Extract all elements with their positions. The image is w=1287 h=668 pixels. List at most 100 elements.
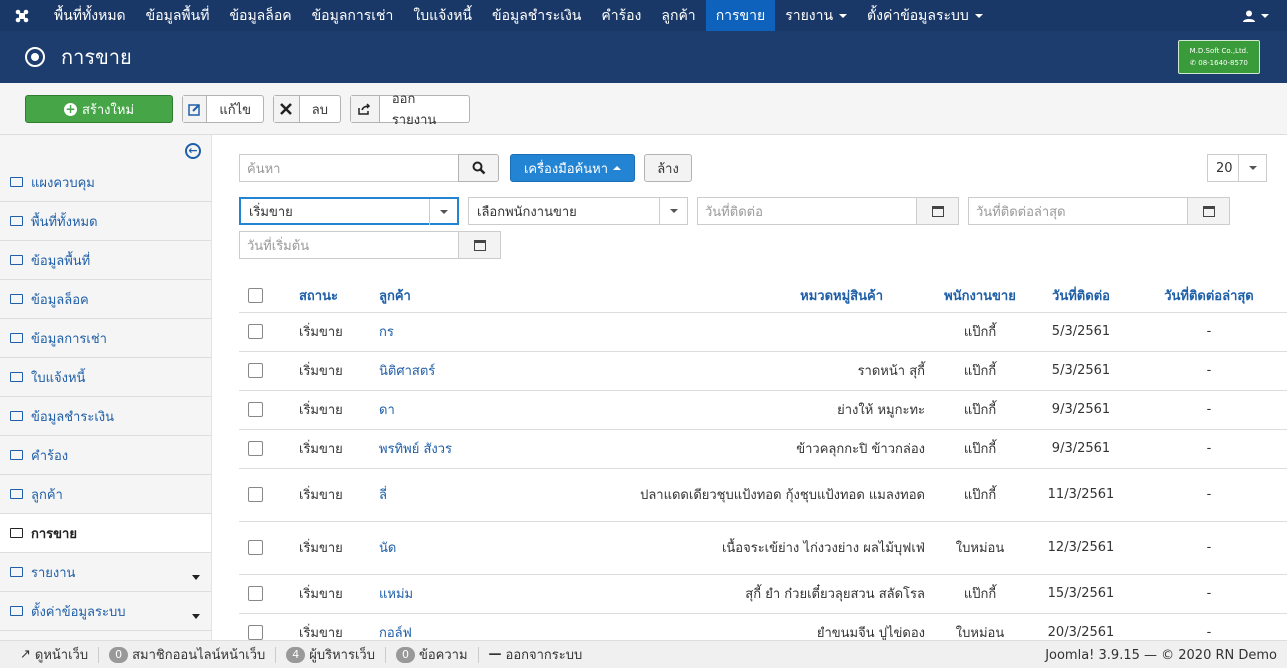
sidebar-item[interactable]: คำร้อง bbox=[0, 436, 211, 475]
nav-item[interactable]: ลูกค้า bbox=[651, 0, 705, 31]
nav-item[interactable]: ข้อมูลการเช่า bbox=[302, 0, 404, 31]
status-filter-select[interactable]: เริ่มขาย bbox=[239, 197, 459, 225]
minus-icon: — bbox=[488, 647, 502, 662]
export-button[interactable]: ออกรายงาน bbox=[350, 92, 470, 128]
sidebar-item[interactable]: พื้นที่ทั้งหมด bbox=[0, 202, 211, 241]
row-checkbox[interactable] bbox=[248, 487, 263, 502]
search-tools-button[interactable]: เครื่องมือค้นหา bbox=[510, 154, 635, 182]
nav-item[interactable]: ข้อมูลพื้นที่ bbox=[136, 0, 220, 31]
sidebar-item[interactable]: การขาย bbox=[0, 514, 211, 553]
select-all-checkbox[interactable] bbox=[248, 288, 263, 304]
sidebar-item[interactable]: ตั้งค่าข้อมูลระบบ bbox=[0, 592, 211, 631]
calendar-icon[interactable] bbox=[458, 232, 500, 258]
messages-status[interactable]: 0 ข้อความ bbox=[386, 646, 479, 663]
cell-date: 11/3/2561 bbox=[1031, 468, 1131, 522]
cell-cust[interactable]: นัด bbox=[379, 521, 619, 575]
column-last-contact[interactable]: วันที่ติดต่อล่าสุด bbox=[1131, 280, 1287, 313]
nav-item[interactable]: คำร้อง bbox=[591, 0, 651, 31]
cell-last: - bbox=[1131, 429, 1287, 469]
calendar-icon[interactable] bbox=[1187, 198, 1229, 224]
edit-button[interactable]: แก้ไข bbox=[182, 95, 264, 123]
nav-item[interactable]: ข้อมูลชำระเงิน bbox=[482, 0, 591, 31]
row-checkbox[interactable] bbox=[248, 402, 263, 417]
cell-date: 15/3/2561 bbox=[1031, 574, 1131, 614]
cell-date: 12/3/2561 bbox=[1031, 521, 1131, 575]
sidebar-item[interactable]: ลูกค้า bbox=[0, 475, 211, 514]
column-customer[interactable]: ลูกค้า bbox=[379, 280, 619, 313]
chevron-down-icon bbox=[839, 13, 848, 18]
table-row: เริ่มขาย กร แป๊กกี้ 5/3/2561- bbox=[239, 312, 1287, 352]
cell-status: เริ่มขาย bbox=[299, 429, 379, 469]
column-employee[interactable]: พนักงานขาย bbox=[929, 280, 1031, 313]
cell-status: เริ่มขาย bbox=[299, 613, 379, 640]
cell-date: 5/3/2561 bbox=[1031, 351, 1131, 391]
cell-cust[interactable]: พรทิพย์ สังวร bbox=[379, 429, 619, 469]
sidebar-item[interactable]: ข้อมูลการเช่า bbox=[0, 319, 211, 358]
column-contact-date[interactable]: วันที่ติดต่อ bbox=[1031, 280, 1131, 313]
column-status[interactable]: สถานะ bbox=[299, 280, 379, 313]
table-row: เริ่มขาย นิติศาสตร์ ราดหน้า สุกี้ แป๊กกี้ 5/… bbox=[239, 351, 1287, 391]
nav-item[interactable]: ตั้งค่าข้อมูลระบบ bbox=[857, 0, 993, 31]
logout-link[interactable]: — ออกจากระบบ bbox=[479, 647, 593, 663]
table-row: เริ่มขาย นัด เนื้อจระเข้ย่าง ไก่งวงย่าง ผล… bbox=[239, 521, 1287, 575]
employee-filter-select[interactable]: เลือกพนักงานขาย bbox=[468, 197, 688, 225]
cell-cust[interactable]: ดา bbox=[379, 390, 619, 430]
search-input[interactable]: ค้นหา bbox=[239, 154, 459, 182]
table-header-row: สถานะ ลูกค้า หมวดหมู่สินค้า พนักงานขาย ว… bbox=[239, 280, 1287, 313]
brand-name: M.D.Soft Co.,Ltd. bbox=[1189, 47, 1249, 55]
calendar-icon[interactable] bbox=[916, 198, 958, 224]
cell-cust[interactable]: แหม่ม bbox=[379, 574, 619, 614]
sidebar-item[interactable]: ใบแจ้งหนี้ bbox=[0, 358, 211, 397]
cell-last: - bbox=[1131, 613, 1287, 640]
folder-icon bbox=[10, 489, 23, 499]
nav-item[interactable]: พื้นที่ทั้งหมด bbox=[44, 0, 136, 31]
contact-date-field[interactable]: วันที่ติดต่อ bbox=[697, 197, 959, 225]
row-checkbox[interactable] bbox=[248, 363, 263, 378]
row-checkbox[interactable] bbox=[248, 625, 263, 640]
sidebar-item[interactable]: ข้อมูลล็อค bbox=[0, 280, 211, 319]
table-row: เริ่มขาย กอล์ฟ ยำขนมจีน ปูไข่ดอง ใบหม่อน 20/… bbox=[239, 613, 1287, 640]
column-category[interactable]: หมวดหมู่สินค้า bbox=[619, 280, 929, 313]
new-button[interactable]: + สร้างใหม่ bbox=[25, 95, 173, 123]
sidebar-item[interactable]: ข้อมูลชำระเงิน bbox=[0, 397, 211, 436]
list-limit-select[interactable]: 20 bbox=[1207, 154, 1267, 182]
cell-cust[interactable]: กร bbox=[379, 312, 619, 352]
user-menu[interactable] bbox=[1243, 0, 1269, 31]
nav-item[interactable]: รายงาน bbox=[775, 0, 857, 31]
admins-status: 4 ผู้บริหารเว็บ bbox=[276, 646, 386, 663]
collapse-sidebar-icon[interactable]: ← bbox=[185, 143, 201, 159]
search-button[interactable] bbox=[458, 154, 499, 182]
cell-status: เริ่มขาย bbox=[299, 521, 379, 575]
sidebar-item[interactable]: แผงควบคุม bbox=[0, 163, 211, 202]
row-checkbox[interactable] bbox=[248, 324, 263, 339]
nav-item[interactable]: ข้อมูลล็อค bbox=[219, 0, 301, 31]
row-checkbox[interactable] bbox=[248, 540, 263, 555]
nav-item[interactable]: การขาย bbox=[705, 0, 776, 31]
row-checkbox[interactable] bbox=[248, 441, 263, 456]
sidebar-item[interactable]: รายงาน bbox=[0, 553, 211, 592]
clear-button[interactable]: ล้าง bbox=[644, 154, 692, 182]
last-contact-date-field[interactable]: วันที่ติดต่อล่าสุด bbox=[968, 197, 1230, 225]
row-checkbox[interactable] bbox=[248, 586, 263, 601]
cell-cust[interactable]: ลี่ bbox=[379, 468, 619, 522]
nav-item[interactable]: ใบแจ้งหนี้ bbox=[403, 0, 482, 31]
start-date-field[interactable]: วันที่เริ่มต้น bbox=[239, 231, 501, 259]
cell-cust[interactable]: นิติศาสตร์ bbox=[379, 351, 619, 391]
cell-last: - bbox=[1131, 312, 1287, 352]
cell-cust[interactable]: กอล์ฟ bbox=[379, 613, 619, 640]
joomla-logo-icon[interactable] bbox=[0, 0, 44, 31]
cell-status: เริ่มขาย bbox=[299, 351, 379, 391]
cell-cat: ปลาแดดเดียวชุบแป้งทอด กุ้งชุบแป้งทอด แมล… bbox=[619, 468, 929, 522]
folder-icon bbox=[10, 567, 23, 577]
folder-icon bbox=[10, 294, 23, 304]
cell-status: เริ่มขาย bbox=[299, 468, 379, 522]
search-icon bbox=[472, 161, 485, 175]
cell-cat: ยำขนมจีน ปูไข่ดอง bbox=[619, 613, 929, 640]
view-site-link[interactable]: ↗ ดูหน้าเว็บ bbox=[10, 646, 100, 663]
sidebar-item[interactable]: ข้อมูลพื้นที่ bbox=[0, 241, 211, 280]
cell-emp: แป๊กกี้ bbox=[929, 574, 1031, 614]
delete-button[interactable]: ลบ bbox=[273, 95, 341, 123]
cell-last: - bbox=[1131, 351, 1287, 391]
top-navbar: พื้นที่ทั้งหมด ข้อมูลพื้นที่ ข้อมูลล็อค ข้อ… bbox=[0, 0, 1287, 31]
cell-last: - bbox=[1131, 468, 1287, 522]
